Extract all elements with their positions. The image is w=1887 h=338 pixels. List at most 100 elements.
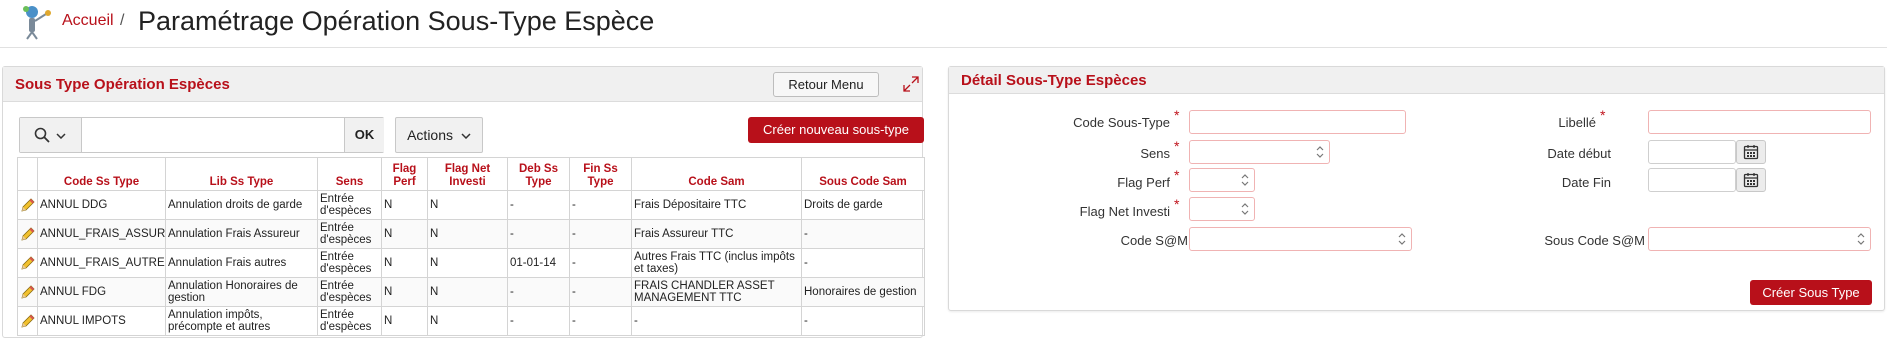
page-title: Paramétrage Opération Sous-Type Espèce (138, 6, 655, 36)
flag-net-investi-select[interactable] (1189, 197, 1255, 221)
select-arrows-icon (1857, 233, 1865, 245)
table-cell: - (507, 306, 570, 336)
creer-sous-type-button[interactable]: Créer Sous Type (1750, 280, 1872, 305)
expand-icon[interactable] (902, 75, 920, 93)
table-cell: - (631, 306, 802, 336)
report-toolbar: OK Actions Créer nouveau sous-type (17, 117, 925, 155)
search-column-dropdown[interactable] (20, 118, 82, 152)
table-cell: Annulation impôts, précompte et autres (165, 306, 318, 336)
edit-cell (17, 219, 38, 249)
table-row: ANNUL_FRAIS_AUTRES Annulation Frais autre… (17, 248, 925, 278)
column-header-edit (17, 157, 38, 191)
edit-cell (17, 190, 38, 220)
code-sous-type-field[interactable] (1189, 110, 1406, 134)
breadcrumb-home-link[interactable]: Accueil (62, 12, 114, 30)
table-cell: Honoraires de gestion (801, 277, 925, 307)
table-cell: Frais Assureur TTC (631, 219, 802, 249)
calendar-icon (1743, 173, 1759, 188)
actions-menu-button[interactable]: Actions (395, 117, 483, 153)
required-mark: * (1174, 167, 1180, 183)
search-bar: OK (19, 117, 384, 153)
table-cell: N (381, 190, 428, 220)
logo-icon (23, 6, 51, 40)
code-sous-type-label: Code Sous-Type (1073, 115, 1170, 130)
sous-type-list-region: Sous Type Opération Espèces Retour Menu … (2, 66, 925, 338)
table-cell: Entrée d'espèces (317, 219, 382, 249)
date-fin-label: Date Fin (1561, 175, 1611, 190)
pencil-icon[interactable] (20, 313, 36, 329)
table-cell: Entrée d'espèces (317, 190, 382, 220)
table-cell: - (801, 248, 925, 278)
required-mark: * (1174, 138, 1180, 154)
column-header[interactable]: Lib Ss Type (165, 157, 318, 191)
search-ok-button[interactable]: OK (344, 118, 384, 152)
table-cell: ANNUL IMPOTS (37, 306, 166, 336)
table-cell: ANNUL DDG (37, 190, 166, 220)
column-header[interactable]: Code Ss Type (37, 157, 166, 191)
search-input[interactable] (82, 118, 344, 152)
pencil-icon[interactable] (20, 197, 36, 213)
table-cell: N (427, 248, 508, 278)
edit-cell (17, 306, 38, 336)
table-cell: N (381, 277, 428, 307)
date-debut-calendar-button[interactable] (1736, 140, 1766, 164)
code-sam-select[interactable] (1189, 227, 1412, 251)
table-cell: - (569, 306, 632, 336)
table-cell: Entrée d'espèces (317, 248, 382, 278)
table-cell: ANNUL FDG (37, 277, 166, 307)
table-cell: - (801, 306, 925, 336)
table-row: ANNUL DDG Annulation droits de garde Entré… (17, 190, 925, 220)
sous-code-sam-label: Sous Code S@M (1544, 233, 1645, 248)
sous-code-sam-select[interactable] (1648, 227, 1871, 251)
breadcrumb-separator: / (120, 12, 125, 29)
flag-perf-label: Flag Perf (1117, 175, 1170, 190)
table-cell: - (507, 277, 570, 307)
table-row: ANNUL IMPOTS Annulation impôts, précompte… (17, 306, 925, 336)
table-cell: Annulation Frais autres (165, 248, 318, 278)
pencil-icon[interactable] (20, 284, 36, 300)
table-cell: FRAIS CHANDLER ASSET MANAGEMENT TTC (631, 277, 802, 307)
pencil-icon[interactable] (20, 255, 36, 271)
date-fin-field[interactable] (1648, 168, 1736, 192)
table-cell: - (507, 219, 570, 249)
top-bar: Accueil / Paramétrage Opération Sous-Typ… (0, 0, 1887, 48)
column-header[interactable]: Deb Ss Type (507, 157, 570, 191)
table-cell: Annulation droits de garde (165, 190, 318, 220)
select-arrows-icon (1316, 146, 1324, 158)
sens-select[interactable] (1189, 140, 1330, 164)
pencil-icon[interactable] (20, 226, 36, 242)
table-cell: - (569, 277, 632, 307)
column-header[interactable]: Code Sam (631, 157, 802, 191)
table-cell: Annulation Honoraires de gestion (165, 277, 318, 307)
table-cell: - (507, 190, 570, 220)
required-mark: * (1174, 196, 1180, 212)
retour-menu-button[interactable]: Retour Menu (773, 72, 879, 97)
region-title: Sous Type Opération Espèces (15, 76, 230, 93)
chevron-down-icon (461, 133, 471, 140)
flag-net-investi-label: Flag Net Investi (1079, 204, 1170, 219)
date-fin-calendar-button[interactable] (1736, 168, 1766, 192)
table-cell: - (801, 219, 925, 249)
sous-type-table: Code Ss Type Lib Ss Type Sens Flag Perf … (17, 157, 925, 336)
column-header[interactable]: Flag Net Investi (427, 157, 508, 191)
table-header-row: Code Ss Type Lib Ss Type Sens Flag Perf … (17, 157, 925, 191)
column-header[interactable]: Sous Code Sam (801, 157, 925, 191)
date-debut-field[interactable] (1648, 140, 1736, 164)
code-sam-label: Code S@M (1120, 233, 1188, 248)
libelle-field[interactable] (1648, 110, 1871, 134)
calendar-icon (1743, 145, 1759, 160)
column-header[interactable]: Sens (317, 157, 382, 191)
select-arrows-icon (1398, 233, 1406, 245)
column-header[interactable]: Fin Ss Type (569, 157, 632, 191)
table-cell: Entrée d'espèces (317, 277, 382, 307)
table-cell: 01-01-14 (507, 248, 570, 278)
create-sous-type-button[interactable]: Créer nouveau sous-type (748, 117, 924, 143)
required-mark: * (1174, 107, 1180, 123)
table-cell: N (427, 277, 508, 307)
table-cell: N (427, 306, 508, 336)
table-row: ANNUL_FRAIS_ASSUR Annulation Frais Assure… (17, 219, 925, 249)
column-header[interactable]: Flag Perf (381, 157, 428, 191)
search-icon (34, 127, 50, 143)
flag-perf-select[interactable] (1189, 168, 1255, 192)
table-cell: Entrée d'espèces (317, 306, 382, 336)
